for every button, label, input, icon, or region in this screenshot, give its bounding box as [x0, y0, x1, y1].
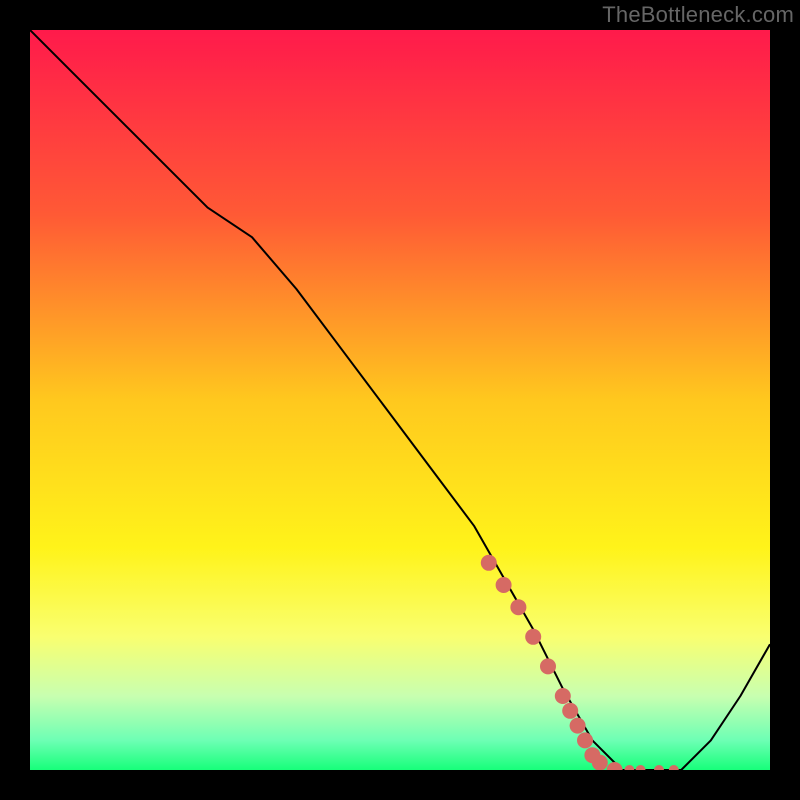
- highlight-dot: [592, 755, 608, 770]
- highlight-dot: [525, 629, 541, 645]
- highlight-dot: [496, 577, 512, 593]
- watermark-label: TheBottleneck.com: [602, 2, 794, 28]
- highlight-dot: [481, 555, 497, 571]
- highlight-dot: [562, 703, 578, 719]
- highlight-dot: [577, 732, 593, 748]
- highlight-dot: [570, 718, 586, 734]
- highlight-dot: [510, 599, 526, 615]
- highlight-dot: [540, 658, 556, 674]
- chart-frame: TheBottleneck.com: [0, 0, 800, 800]
- plot-area: [30, 30, 770, 770]
- chart-svg: [30, 30, 770, 770]
- highlight-dot: [555, 688, 571, 704]
